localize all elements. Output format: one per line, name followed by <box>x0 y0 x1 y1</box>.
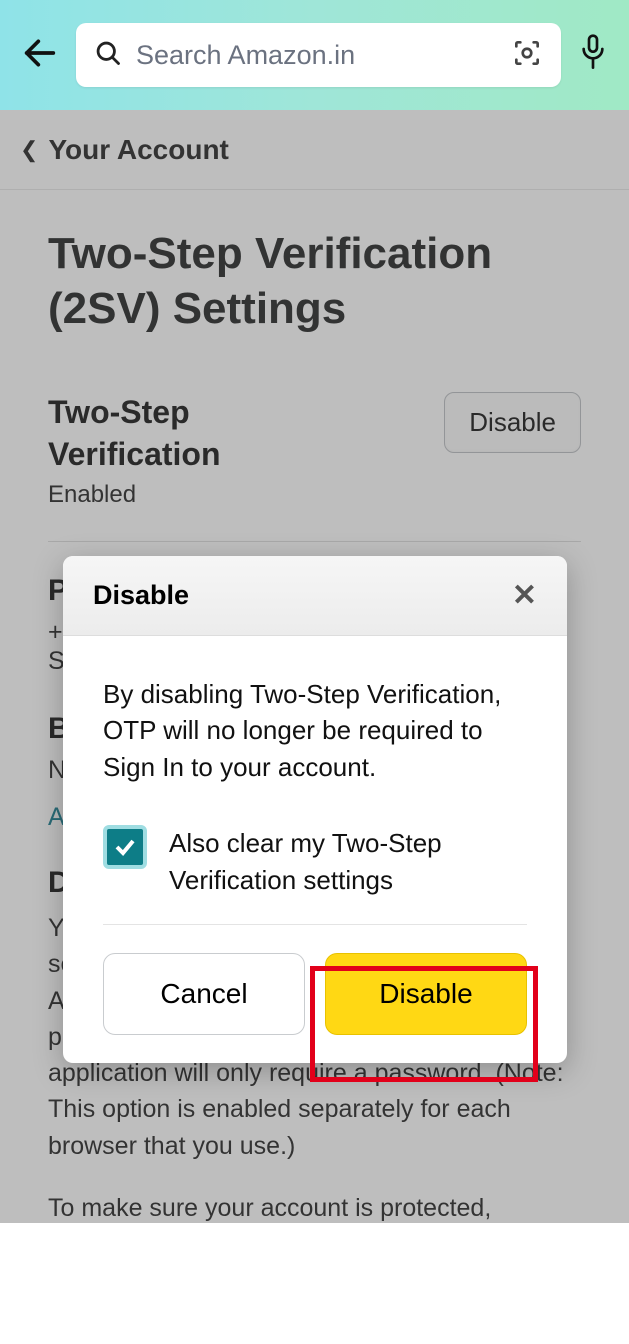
modal-divider <box>103 924 527 925</box>
checkbox-row[interactable]: Also clear my Two-Step Verification sett… <box>103 825 527 898</box>
top-bar: Search Amazon.in <box>0 0 629 110</box>
search-placeholder: Search Amazon.in <box>136 40 497 71</box>
back-arrow-icon[interactable] <box>20 33 60 78</box>
checkbox-checked-icon[interactable] <box>103 825 147 869</box>
confirm-disable-button[interactable]: Disable <box>325 953 527 1035</box>
modal-body-text: By disabling Two-Step Verification, OTP … <box>103 676 527 785</box>
disable-modal: Disable ✕ By disabling Two-Step Verifica… <box>63 556 567 1063</box>
cancel-button[interactable]: Cancel <box>103 953 305 1035</box>
search-box[interactable]: Search Amazon.in <box>76 23 561 87</box>
modal-body: By disabling Two-Step Verification, OTP … <box>63 636 567 1063</box>
modal-actions: Cancel Disable <box>103 953 527 1035</box>
checkbox-label: Also clear my Two-Step Verification sett… <box>169 825 527 898</box>
microphone-icon[interactable] <box>577 33 609 78</box>
camera-lens-icon[interactable] <box>511 37 543 74</box>
page-body: ❮ Your Account Two-Step Verification (2S… <box>0 110 629 1223</box>
search-icon <box>94 39 122 72</box>
close-icon[interactable]: ✕ <box>512 578 537 613</box>
modal-header: Disable ✕ <box>63 556 567 636</box>
modal-title: Disable <box>93 580 189 611</box>
